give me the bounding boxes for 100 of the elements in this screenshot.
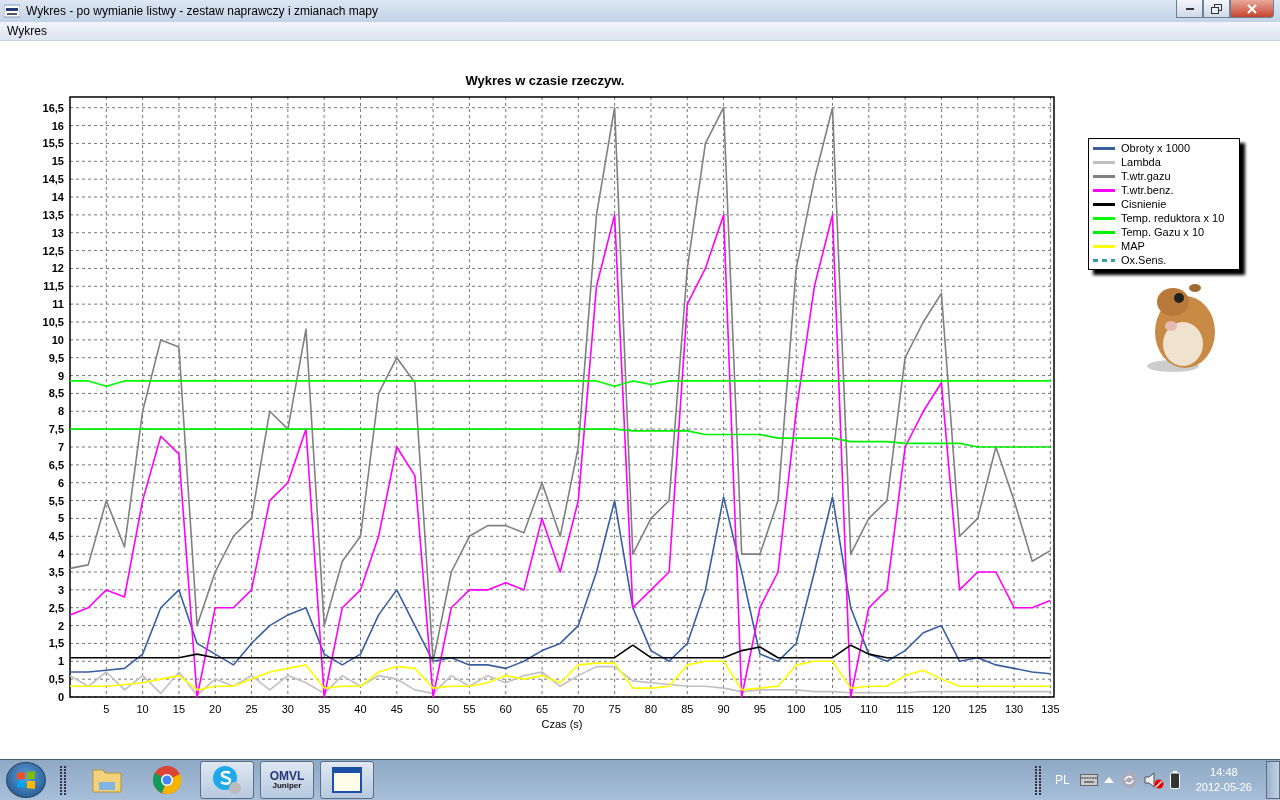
axis-tick-label: 85 xyxy=(681,703,694,715)
axis-tick-label: 70 xyxy=(572,703,585,715)
axis-tick-label: 2 xyxy=(57,619,64,632)
axis-tick-label: 75 xyxy=(608,703,621,715)
close-icon xyxy=(1247,3,1257,14)
axis-tick-label: 90 xyxy=(717,703,730,715)
sync-icon[interactable] xyxy=(1119,771,1138,789)
window-icon xyxy=(332,767,362,793)
axis-tick-label: 125 xyxy=(968,703,987,715)
taskbar-button[interactable]: OMVL Juniper xyxy=(260,761,314,799)
axis-tick-label: 130 xyxy=(1004,703,1024,715)
axis-tick-label: 10 xyxy=(136,703,149,715)
axis-tick-label: 6 xyxy=(57,476,64,489)
axis-tick-label: 115 xyxy=(896,703,914,715)
restore-icon xyxy=(1211,3,1222,14)
axis-tick-label: 95 xyxy=(753,703,766,715)
axis-tick-label: 3 xyxy=(57,583,64,596)
taskbar-button[interactable] xyxy=(200,761,254,799)
grip-icon xyxy=(60,765,66,795)
axis-tick-label: 6,5 xyxy=(48,458,64,471)
axis-tick-label: 50 xyxy=(426,703,440,715)
axis-tick-label: 0 xyxy=(57,691,64,703)
axis-tick-label: 80 xyxy=(644,703,658,715)
minimize-button[interactable] xyxy=(1176,0,1203,18)
axis-tick-label: 5 xyxy=(57,512,64,525)
axis-tick-label: 8 xyxy=(57,405,64,418)
axis-tick-label: 135 xyxy=(1041,703,1060,715)
legend-swatch xyxy=(1093,188,1115,192)
caret-up-icon[interactable] xyxy=(1103,777,1114,783)
axis-tick-label: 0,5 xyxy=(48,673,64,686)
close-button[interactable] xyxy=(1230,0,1274,18)
axis-tick-label: 8,5 xyxy=(48,387,64,400)
legend-swatch xyxy=(1093,216,1115,220)
axis-tick-label: 20 xyxy=(209,703,222,715)
grip-icon xyxy=(1035,765,1042,795)
legend-label: T.wtr.benz. xyxy=(1121,184,1174,196)
legend-label: MAP xyxy=(1121,240,1145,252)
browser-icon xyxy=(152,765,182,795)
axis-tick-label: 1,5 xyxy=(48,637,64,650)
axis-tick-label: 5,5 xyxy=(48,494,64,507)
legend-label: Lambda xyxy=(1121,156,1161,168)
axis-tick-label: 9 xyxy=(57,369,64,382)
windows-logo-icon xyxy=(15,769,37,791)
axis-tick-label: 14 xyxy=(51,191,64,203)
axis-tick-label: 16,5 xyxy=(42,101,64,114)
axis-tick-label: 40 xyxy=(354,703,367,715)
app-icon xyxy=(4,4,20,18)
axis-tick-label: 12 xyxy=(51,262,64,275)
legend-label: Obroty x 1000 xyxy=(1121,142,1191,154)
taskbar-button[interactable] xyxy=(320,761,374,799)
speaker-icon[interactable] xyxy=(1143,771,1164,789)
folder-icon xyxy=(91,766,123,794)
legend-swatch xyxy=(1093,174,1115,178)
clock-date[interactable]: 2012-05-26 xyxy=(1195,780,1252,795)
axis-tick-label: 7,5 xyxy=(48,423,64,436)
axis-tick-label: 4,5 xyxy=(48,530,64,543)
axis-tick-label: 11 xyxy=(52,298,64,311)
legend-label: T.wtr.gazu xyxy=(1121,170,1171,182)
window-title: Wykres - po wymianie listwy - zestaw naprawczy i zmianach mapy xyxy=(26,4,378,18)
legend-label: Temp. Gazu x 10 xyxy=(1121,226,1205,238)
axis-tick-label: 9,5 xyxy=(48,351,64,364)
axis-tick-label: 105 xyxy=(823,703,842,715)
legend-label: Temp. reduktora x 10 xyxy=(1121,212,1225,224)
axis-tick-label: 16 xyxy=(51,119,64,132)
axis-tick-label: 11,5 xyxy=(43,280,64,293)
legend-swatch xyxy=(1093,146,1115,150)
chat-app-icon xyxy=(211,764,243,796)
axis-tick-label: 1 xyxy=(57,655,64,668)
clock-time[interactable]: 14:48 xyxy=(1210,765,1238,780)
axis-tick-label: 35 xyxy=(318,703,331,715)
axis-tick-label: 7 xyxy=(57,441,64,453)
axis-tick-label: 10 xyxy=(51,333,64,346)
language-indicator[interactable]: PL xyxy=(1055,773,1070,787)
axis-tick-label: 45 xyxy=(390,703,403,715)
battery-icon[interactable] xyxy=(1169,771,1180,789)
legend-label: Ox.Sens. xyxy=(1121,254,1167,266)
axis-tick-label: 110 xyxy=(860,703,878,715)
axis-tick-label: 15,5 xyxy=(42,137,64,150)
axis-tick-label: 55 xyxy=(463,703,476,715)
show-desktop-button[interactable] xyxy=(1266,761,1280,799)
axis-tick-label: 10,5 xyxy=(42,316,64,328)
axis-tick-label: 2,5 xyxy=(48,601,64,614)
axis-tick-label: 14,5 xyxy=(42,173,64,186)
start-button[interactable] xyxy=(6,762,46,798)
menu-item[interactable]: Wykres xyxy=(0,24,54,38)
axis-tick-label: 100 xyxy=(787,703,806,715)
legend-label: Cisnienie xyxy=(1121,198,1167,210)
restore-button[interactable] xyxy=(1203,0,1230,18)
keyboard-icon[interactable] xyxy=(1079,774,1098,786)
legend-swatch xyxy=(1093,202,1115,206)
axis-tick-label: 13,5 xyxy=(42,208,64,221)
axis-tick-label: 15 xyxy=(51,155,64,168)
axis-tick-label: 65 xyxy=(535,703,549,715)
app-sublabel: Juniper xyxy=(272,782,302,790)
axis-tick-label: 15 xyxy=(172,703,186,715)
axis-tick-label: 3,5 xyxy=(48,566,64,578)
legend-swatch xyxy=(1093,258,1115,262)
legend-swatch xyxy=(1093,160,1115,164)
legend-swatch xyxy=(1093,244,1115,248)
axis-tick-label: 30 xyxy=(281,703,294,715)
